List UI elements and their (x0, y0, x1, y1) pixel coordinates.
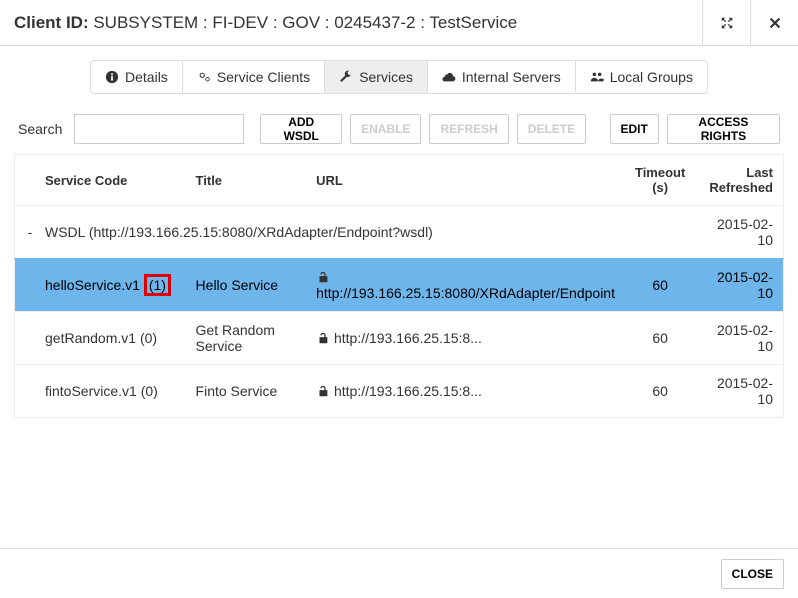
tab-label: Services (359, 69, 413, 85)
enable-button[interactable]: ENABLE (350, 114, 421, 144)
tab-local-groups[interactable]: Local Groups (575, 60, 708, 94)
delete-button[interactable]: DELETE (517, 114, 586, 144)
content: Search ADD WSDL ENABLE REFRESH DELETE ED… (0, 104, 798, 418)
tab-details[interactable]: Details (90, 60, 182, 94)
header-buttons (702, 0, 798, 45)
cell-service-code: fintoService.v1 (0) (35, 365, 186, 418)
cell-timeout: 60 (625, 365, 695, 418)
unlock-icon (316, 384, 330, 398)
cell-service-code: getRandom.v1 (0) (35, 312, 186, 365)
wsdl-group-row[interactable]: - WSDL (http://193.166.25.15:8080/XRdAda… (15, 206, 784, 259)
table-header-row: Service Code Title URL Timeout (s) Last … (15, 155, 784, 206)
cell-title: Get Random Service (186, 312, 307, 365)
dialog-header: Client ID: SUBSYSTEM : FI-DEV : GOV : 02… (0, 0, 798, 46)
cell-refreshed: 2015-02-10 (695, 312, 783, 365)
cell-timeout: 60 (625, 259, 695, 312)
cloud-icon (442, 70, 456, 84)
group-icon (590, 70, 604, 84)
cell-title: Hello Service (186, 259, 307, 312)
services-table: Service Code Title URL Timeout (s) Last … (14, 154, 784, 418)
close-icon (768, 16, 782, 30)
search-label: Search (18, 121, 62, 137)
cell-url: http://193.166.25.15:8080/XRdAdapter/End… (306, 259, 625, 312)
cell-refreshed: 2015-02-10 (695, 259, 783, 312)
tab-label: Details (125, 69, 168, 85)
acl-count-highlight: (1) (144, 274, 171, 297)
tab-label: Local Groups (610, 69, 693, 85)
cell-url: http://193.166.25.15:8... (306, 365, 625, 418)
cell-timeout: 60 (625, 312, 695, 365)
tab-label: Internal Servers (462, 69, 561, 85)
cell-title: Finto Service (186, 365, 307, 418)
expand-toggle[interactable]: - (15, 206, 36, 259)
unlock-icon (316, 270, 330, 284)
close-button[interactable]: CLOSE (721, 559, 784, 589)
toolbar: Search ADD WSDL ENABLE REFRESH DELETE ED… (14, 104, 784, 154)
tabs: Details Service Clients Services Interna… (0, 46, 798, 104)
service-row[interactable]: fintoService.v1 (0) Finto Service http:/… (15, 365, 784, 418)
info-icon (105, 70, 119, 84)
cogs-icon (197, 70, 211, 84)
add-wsdl-button[interactable]: ADD WSDL (260, 114, 342, 144)
wsdl-label: WSDL (http://193.166.25.15:8080/XRdAdapt… (35, 206, 695, 259)
expand-icon (720, 16, 734, 30)
tab-service-clients[interactable]: Service Clients (182, 60, 324, 94)
cell-url: http://193.166.25.15:8... (306, 312, 625, 365)
col-title[interactable]: Title (186, 155, 307, 206)
tab-internal-servers[interactable]: Internal Servers (427, 60, 575, 94)
col-url[interactable]: URL (306, 155, 625, 206)
access-rights-button[interactable]: ACCESS RIGHTS (667, 114, 780, 144)
tab-label: Service Clients (217, 69, 310, 85)
cell-service-code: helloService.v1 (1) (35, 259, 186, 312)
cell-refreshed: 2015-02-10 (695, 365, 783, 418)
client-id-value: SUBSYSTEM : FI-DEV : GOV : 0245437-2 : T… (93, 13, 517, 32)
service-row[interactable]: helloService.v1 (1) Hello Service http:/… (15, 259, 784, 312)
tab-services[interactable]: Services (324, 60, 427, 94)
edit-button[interactable]: EDIT (610, 114, 659, 144)
search-input[interactable] (74, 114, 244, 144)
col-last-refreshed[interactable]: Last Refreshed (695, 155, 783, 206)
footer: CLOSE (0, 548, 798, 598)
close-x-button[interactable] (750, 0, 798, 45)
wsdl-refreshed: 2015-02-10 (695, 206, 783, 259)
service-row[interactable]: getRandom.v1 (0) Get Random Service http… (15, 312, 784, 365)
unlock-icon (316, 331, 330, 345)
header-title: Client ID: SUBSYSTEM : FI-DEV : GOV : 02… (0, 1, 702, 45)
client-id-label: Client ID: (14, 13, 89, 32)
wrench-icon (339, 70, 353, 84)
expand-button[interactable] (702, 0, 750, 45)
refresh-button[interactable]: REFRESH (429, 114, 508, 144)
col-service-code[interactable]: Service Code (35, 155, 186, 206)
col-timeout[interactable]: Timeout (s) (625, 155, 695, 206)
